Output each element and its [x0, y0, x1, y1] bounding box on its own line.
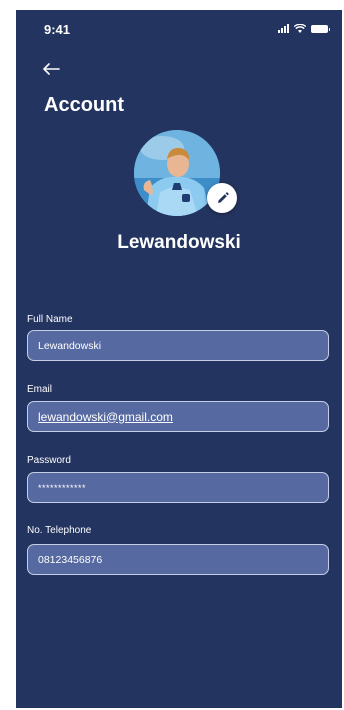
email-label: Email	[27, 384, 53, 395]
wifi-icon	[294, 24, 306, 33]
status-icons	[278, 24, 330, 33]
telephone-field[interactable]: 08123456876	[27, 544, 329, 575]
back-button[interactable]	[40, 60, 62, 78]
battery-icon	[311, 25, 330, 33]
arrow-left-icon	[43, 63, 60, 75]
telephone-label: No. Telephone	[27, 525, 92, 536]
full-name-label: Full Name	[27, 314, 73, 325]
signal-icon	[278, 24, 289, 33]
full-name-value: Lewandowski	[38, 339, 102, 352]
pencil-icon	[217, 191, 229, 203]
edit-avatar-button[interactable]	[207, 183, 237, 213]
email-value: lewandowski@gmail.com	[38, 409, 173, 424]
profile-name: Lewandowski	[117, 232, 241, 253]
status-time: 9:41	[44, 22, 71, 37]
password-label: Password	[27, 455, 71, 466]
phone-screen: 9:41 Account Lewandowski Full Name Lewan…	[16, 10, 342, 708]
page-title: Account	[44, 94, 124, 116]
telephone-value: 08123456876	[38, 553, 103, 566]
password-field[interactable]: ************	[27, 472, 329, 503]
status-bar: 9:41	[16, 10, 342, 46]
email-field[interactable]: lewandowski@gmail.com	[27, 401, 329, 432]
full-name-field[interactable]: Lewandowski	[27, 330, 329, 361]
password-value: ************	[38, 482, 87, 493]
